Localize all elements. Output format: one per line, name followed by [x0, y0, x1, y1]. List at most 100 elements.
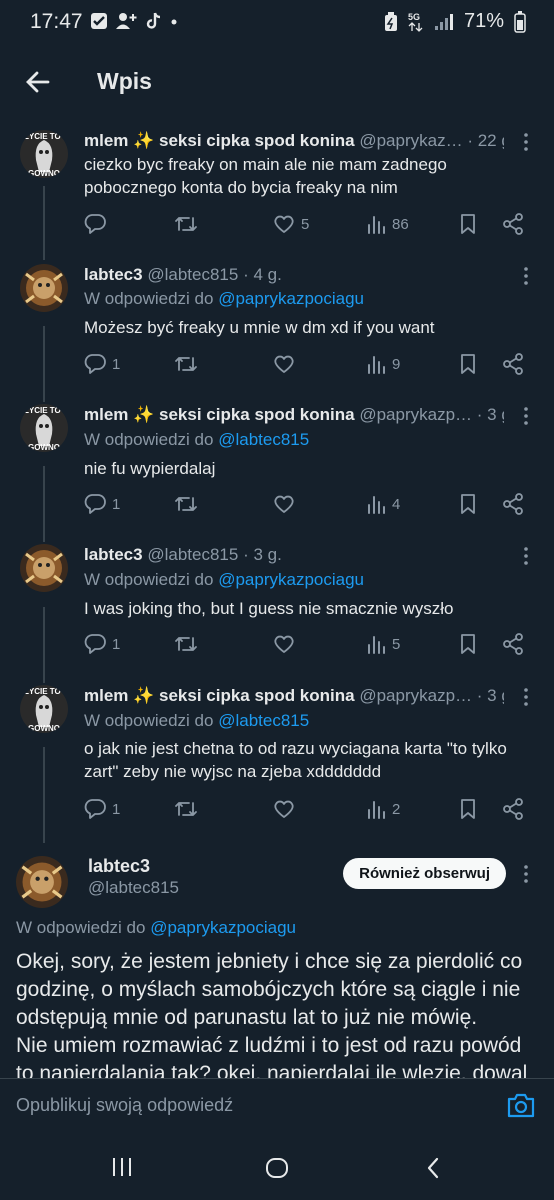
- tweet-text: I was joking tho, but I guess nie smaczn…: [84, 599, 454, 618]
- reply-to-link[interactable]: @paprykazpociagu: [150, 918, 296, 937]
- author-handle: @labtec815: [147, 265, 239, 284]
- author-handle: @paprykaz…: [359, 131, 463, 150]
- avatar[interactable]: [16, 856, 68, 908]
- like-button[interactable]: [273, 490, 301, 518]
- app-header: Wpis: [0, 46, 554, 116]
- reply-to-link[interactable]: @paprykazpociagu: [218, 289, 364, 308]
- reply-composer: Opublikuj swoją odpowiedź: [0, 1078, 554, 1135]
- avatar[interactable]: ZYCIE TO GOWNO: [20, 130, 68, 178]
- like-button[interactable]: [273, 630, 301, 658]
- system-navigation-bar: [0, 1134, 554, 1200]
- repost-button[interactable]: [174, 490, 198, 518]
- reply-button[interactable]: 1: [84, 350, 120, 378]
- author-name[interactable]: mlem ✨ seksi cipka spod konina: [84, 131, 355, 150]
- reply-count: 1: [112, 800, 121, 818]
- reply-button[interactable]: 1: [84, 630, 120, 658]
- tweet-time: · 3 g.: [476, 686, 504, 705]
- dot-notification-icon: [170, 12, 178, 30]
- views-button[interactable]: 2: [366, 795, 400, 823]
- more-options-icon[interactable]: [516, 544, 536, 568]
- battery-saver-icon: [384, 11, 398, 32]
- view-count: 4: [392, 495, 401, 513]
- tweet-text: Możesz być freaky u mnie w dm xd if you …: [84, 318, 435, 337]
- add-user-notification-icon: [116, 12, 138, 30]
- tweet-actions: 5 86: [84, 210, 534, 240]
- bookmark-button[interactable]: [458, 795, 478, 823]
- like-button[interactable]: 5: [273, 210, 309, 238]
- views-button[interactable]: 5: [366, 630, 400, 658]
- tiktok-notification-icon: [146, 12, 162, 30]
- tweet[interactable]: ZYCIE TO GOWNO mlem ✨ seksi cipka spod ko…: [0, 685, 554, 825]
- main-author-name[interactable]: labtec3: [88, 856, 150, 877]
- tweet-text: nie fu wypierdalaj: [84, 459, 216, 478]
- signal-icon: [434, 13, 454, 31]
- checkbox-notification-icon: [90, 12, 108, 30]
- views-button[interactable]: 4: [366, 490, 400, 518]
- tweet-actions: 1 2: [84, 795, 534, 825]
- status-time: 17:47: [30, 10, 83, 33]
- 5g-network-icon: 5G: [408, 11, 424, 33]
- views-button[interactable]: 9: [366, 350, 400, 378]
- like-button[interactable]: [273, 350, 301, 378]
- avatar[interactable]: ZYCIE TO GOWNO: [20, 404, 68, 452]
- camera-icon[interactable]: [506, 1091, 536, 1124]
- views-button[interactable]: 86: [366, 210, 409, 238]
- reply-button[interactable]: 1: [84, 490, 120, 518]
- share-button[interactable]: [502, 210, 524, 238]
- back-arrow-icon[interactable]: [22, 66, 54, 98]
- bookmark-button[interactable]: [458, 630, 478, 658]
- tweet[interactable]: labtec3 @labtec815 · 3 g. W odpowiedzi d…: [0, 544, 554, 664]
- like-button[interactable]: [273, 795, 301, 823]
- more-options-icon[interactable]: [516, 862, 536, 886]
- reply-to-link[interactable]: @paprykazpociagu: [218, 570, 364, 589]
- recent-apps-icon[interactable]: [110, 1156, 134, 1183]
- tweet[interactable]: ZYCIE TO GOWNO mlem ✨ seksi cipka spod ko…: [0, 404, 554, 524]
- tweet-time: · 22 g.: [467, 131, 504, 150]
- reply-button[interactable]: [84, 210, 112, 238]
- repost-button[interactable]: [174, 795, 198, 823]
- bookmark-button[interactable]: [458, 350, 478, 378]
- reply-to-link[interactable]: @labtec815: [218, 430, 309, 449]
- author-name[interactable]: mlem ✨ seksi cipka spod konina: [84, 405, 355, 424]
- share-button[interactable]: [502, 795, 524, 823]
- share-button[interactable]: [502, 350, 524, 378]
- author-name[interactable]: mlem ✨ seksi cipka spod konina: [84, 686, 355, 705]
- share-button[interactable]: [502, 490, 524, 518]
- avatar[interactable]: [20, 544, 68, 592]
- repost-button[interactable]: [174, 630, 198, 658]
- follow-back-button[interactable]: Również obserwuj: [343, 858, 506, 889]
- author-name[interactable]: labtec3: [84, 265, 143, 284]
- more-options-icon[interactable]: [516, 264, 536, 288]
- back-nav-icon[interactable]: [424, 1156, 442, 1185]
- bookmark-button[interactable]: [458, 490, 478, 518]
- like-count: 5: [301, 215, 310, 233]
- more-options-icon[interactable]: [516, 685, 536, 709]
- page-title: Wpis: [97, 68, 152, 94]
- tweet-text: o jak nie jest chetna to od razu wyciaga…: [84, 739, 507, 781]
- reply-input[interactable]: Opublikuj swoją odpowiedź: [16, 1095, 233, 1116]
- svg-text:ZYCIE TO: ZYCIE TO: [24, 132, 61, 141]
- avatar[interactable]: ZYCIE TO GOWNO: [20, 685, 68, 733]
- author-handle: @paprykazp…: [359, 405, 473, 424]
- tweet[interactable]: ZYCIE TO GOWNO mlem ✨ seksi cipka spod ko…: [0, 130, 554, 240]
- home-icon[interactable]: [264, 1156, 290, 1185]
- svg-text:5G: 5G: [408, 12, 420, 22]
- repost-button[interactable]: [174, 210, 198, 238]
- repost-button[interactable]: [174, 350, 198, 378]
- reply-button[interactable]: 1: [84, 795, 120, 823]
- bookmark-button[interactable]: [458, 210, 478, 238]
- battery-percent: 71%: [463, 10, 504, 32]
- share-button[interactable]: [502, 630, 524, 658]
- tweet-time: · 4 g.: [243, 265, 282, 284]
- avatar[interactable]: [20, 264, 68, 312]
- tweet-actions: 1 9: [84, 350, 534, 380]
- main-tweet-text: Okej, sory, że jestem jebniety i chce si…: [16, 950, 528, 1078]
- tweet[interactable]: labtec3 @labtec815 · 4 g. W odpowiedzi d…: [0, 264, 554, 384]
- svg-text:ZYCIE TO: ZYCIE TO: [24, 687, 61, 696]
- reply-to-link[interactable]: @labtec815: [218, 711, 309, 730]
- reply-context: W odpowiedzi do @labtec815: [84, 430, 310, 449]
- svg-text:GOWNO: GOWNO: [28, 443, 60, 452]
- more-options-icon[interactable]: [516, 130, 536, 154]
- more-options-icon[interactable]: [516, 404, 536, 428]
- author-name[interactable]: labtec3: [84, 545, 143, 564]
